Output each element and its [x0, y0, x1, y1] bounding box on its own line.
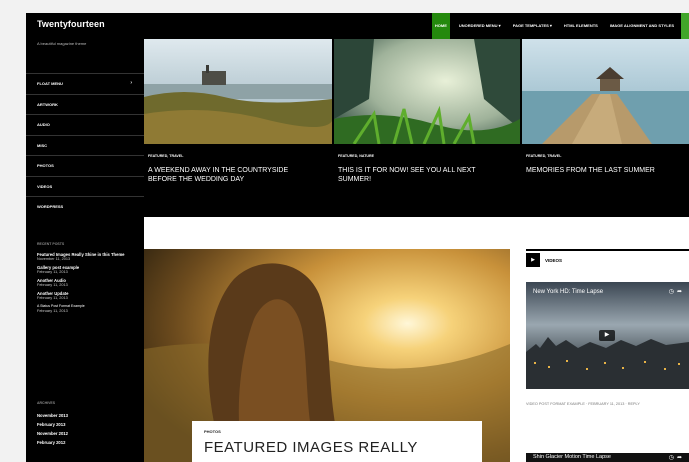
recent-posts-list: Featured Images Really Shine in this The… — [37, 252, 132, 317]
archive-link[interactable]: February 2012 — [37, 438, 132, 447]
archives-heading: Archives — [37, 401, 56, 405]
video-meta: Video post format example · February 11,… — [526, 402, 640, 406]
list-item: Featured Images Really Shine in this The… — [37, 252, 132, 262]
featured-post[interactable]: Featured, Nature This is it for now! See… — [334, 39, 522, 217]
archive-link[interactable]: November 2013 — [37, 411, 132, 420]
sidebar-item-label: Videos — [37, 183, 53, 189]
sidebar-item-audio[interactable]: Audio — [26, 114, 144, 135]
recent-post-date: February 11, 2013 — [37, 283, 68, 287]
video-player[interactable]: New York HD: Time Lapse ◷➦ ▶ — [526, 282, 689, 389]
nav-item-home[interactable]: Home — [431, 13, 450, 39]
video-title[interactable]: Shin Glacier Motion Time Lapse — [533, 454, 611, 460]
videos-widget: ▶ Videos New York HD: Time Lapse — [526, 249, 689, 407]
entry-header: Photos Featured Images Really — [192, 421, 482, 462]
nav-item-page-templates[interactable]: Page Templates ▾ — [510, 13, 555, 39]
sidebar: A beautiful magazine theme Float Menu › … — [26, 39, 144, 462]
nav-item-html-elements[interactable]: HTML Elements — [561, 13, 601, 39]
featured-image[interactable] — [144, 39, 332, 144]
widget-title[interactable]: Videos — [545, 258, 562, 263]
nav-item-unordered-menu[interactable]: Unordered Menu ▾ — [456, 13, 504, 39]
entry-title[interactable]: Featured Images Really — [204, 439, 418, 456]
featured-content: Featured, Travel A weekend away in the c… — [144, 39, 689, 217]
recent-post-date: February 11, 2013 — [37, 309, 68, 313]
share-icon[interactable]: ➦ — [677, 289, 685, 295]
clock-icon[interactable]: ◷ — [669, 289, 677, 295]
archives-list: November 2013 February 2013 November 201… — [37, 411, 132, 447]
clock-icon[interactable]: ◷ — [669, 455, 677, 461]
featured-image[interactable] — [522, 39, 689, 144]
featured-title[interactable]: Memories from the last summer — [526, 166, 689, 175]
site-header: Twentyfourteen Home Unordered Menu ▾ Pag… — [26, 13, 689, 39]
archive-link[interactable]: February 2013 — [37, 420, 132, 429]
sidebar-item-label: Artwork — [37, 101, 58, 107]
recent-post-date: February 11, 2013 — [37, 270, 68, 274]
sidebar-item-misc[interactable]: Misc — [26, 134, 144, 156]
sidebar-item-photos[interactable]: Photos — [26, 155, 144, 176]
sidebar-item-label: Photos — [37, 163, 54, 168]
sidebar-item-artwork[interactable]: Artwork — [26, 93, 144, 115]
sidebar-item-label: Float Menu — [37, 81, 63, 86]
site-tagline: A beautiful magazine theme — [37, 41, 87, 46]
primary-nav: Home Unordered Menu ▾ Page Templates ▾ H… — [431, 13, 677, 39]
video-icon: ▶ — [526, 253, 540, 267]
chevron-right-icon: › — [130, 80, 132, 86]
video-title[interactable]: New York HD: Time Lapse — [533, 289, 603, 295]
list-item: A Status Post Format Example February 11… — [37, 304, 132, 314]
sidebar-item-float-menu[interactable]: Float Menu › — [26, 73, 144, 94]
page-frame: Twentyfourteen Home Unordered Menu ▾ Pag… — [26, 13, 689, 462]
recent-post-date: November 11, 2013 — [37, 257, 71, 261]
featured-title[interactable]: This is it for now! See you all next sum… — [338, 166, 508, 184]
video-controls: ◷➦ — [669, 454, 685, 461]
list-item: Another Audio February 11, 2013 — [37, 278, 132, 288]
play-icon[interactable]: ▶ — [599, 330, 615, 341]
list-item: Gallery post example February 11, 2013 — [37, 265, 132, 275]
entry-category[interactable]: Photos — [204, 429, 221, 434]
featured-title[interactable]: A weekend away in the countryside before… — [148, 166, 318, 184]
list-item: Another Update February 11, 2013 — [37, 291, 132, 301]
recent-posts-heading: Recent Posts — [37, 242, 65, 246]
sidebar-item-label: Misc — [37, 142, 47, 148]
featured-post[interactable]: Featured, Travel A weekend away in the c… — [144, 39, 332, 217]
featured-category[interactable]: Featured, Travel — [526, 154, 561, 158]
video-player[interactable]: Shin Glacier Motion Time Lapse ◷➦ — [526, 453, 689, 462]
sidebar-item-videos[interactable]: Videos — [26, 175, 144, 197]
recent-post-date: February 11, 2013 — [37, 296, 68, 300]
site-title[interactable]: Twentyfourteen — [37, 19, 105, 29]
featured-category[interactable]: Featured, Nature — [338, 154, 374, 158]
featured-category[interactable]: Featured, Travel — [148, 154, 183, 158]
featured-image[interactable] — [334, 39, 520, 144]
video-controls: ◷➦ — [669, 288, 685, 295]
sidebar-item-label: Wordpress — [37, 204, 64, 209]
archive-link[interactable]: November 2012 — [37, 429, 132, 438]
featured-post[interactable]: Featured, Travel Memories from the last … — [522, 39, 689, 217]
sidebar-item-label: Audio — [37, 122, 50, 127]
nav-item-image-alignment[interactable]: Image Alignment and Styles — [607, 13, 677, 39]
search-toggle[interactable] — [681, 13, 689, 39]
share-icon[interactable]: ➦ — [677, 455, 685, 461]
widget-header: ▶ Videos — [526, 249, 689, 269]
sidebar-item-wordpress[interactable]: Wordpress — [26, 196, 144, 217]
sidebar-menu: Float Menu › Artwork Audio Misc Photos V… — [26, 73, 144, 217]
